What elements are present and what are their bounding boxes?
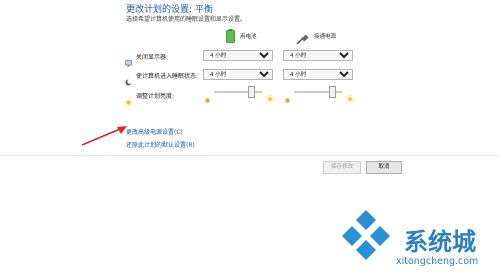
display-battery-select[interactable]: 4 小时	[203, 50, 273, 61]
page-subtitle: 选择希望计算机使用的睡眠设置和显示设置。	[126, 16, 247, 23]
brightness-battery-slider[interactable]	[214, 85, 262, 99]
sleep-battery-select[interactable]: 4 小时	[203, 69, 273, 80]
brightness-icon	[124, 91, 133, 107]
row-label-brightness: 调整计划亮度:	[136, 93, 175, 100]
display-plugged-select[interactable]: 4 小时	[283, 50, 353, 61]
sleep-icon	[125, 71, 132, 86]
sleep-plugged-select[interactable]: 4 小时	[283, 69, 353, 80]
column-header-battery: 用电池	[240, 34, 257, 40]
row-label-sleep: 使计算机进入睡眠状态:	[136, 73, 199, 80]
advanced-power-settings-link[interactable]: 更改高级电源设置(C)	[126, 127, 183, 136]
brightness-battery-thumb[interactable]	[248, 86, 255, 98]
plug-icon	[296, 30, 310, 45]
cancel-button[interactable]: 取消	[366, 161, 402, 174]
annotation-arrow	[81, 126, 127, 146]
battery-icon	[226, 28, 235, 43]
save-button[interactable]: 保存修改	[323, 161, 361, 174]
monitor-icon	[125, 52, 132, 67]
brightness-high-icon	[346, 88, 354, 103]
brightness-plugged-thumb[interactable]	[329, 86, 336, 98]
watermark-logo-icon	[338, 208, 398, 262]
brightness-low-icon	[284, 89, 291, 103]
footer-separator	[0, 155, 500, 156]
column-header-plugged: 接通电源	[314, 34, 337, 40]
restore-defaults-link[interactable]: 还原此计划的默认设置(R)	[126, 140, 195, 149]
brightness-high-icon	[266, 88, 274, 103]
brightness-low-icon	[204, 89, 211, 103]
row-label-display: 关闭显示器:	[136, 54, 169, 61]
watermark-brand: 系统城	[404, 228, 476, 256]
brightness-plugged-slider[interactable]	[294, 85, 342, 99]
watermark-url: xitongcheng.com	[396, 256, 479, 267]
